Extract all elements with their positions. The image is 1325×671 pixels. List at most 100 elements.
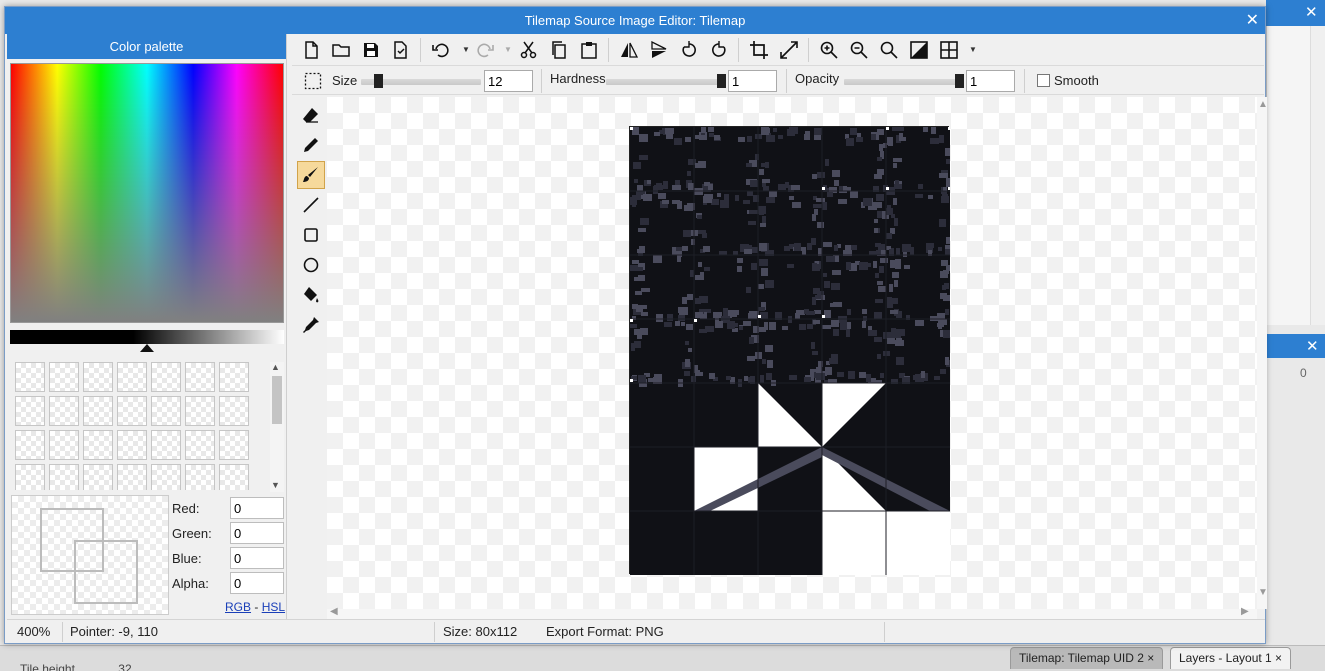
- eyedropper-icon[interactable]: [297, 311, 325, 339]
- line-icon[interactable]: [297, 191, 325, 219]
- bg-close-icon[interactable]: ✕: [1305, 3, 1318, 21]
- color-swatch[interactable]: [83, 464, 113, 490]
- color-swatch[interactable]: [15, 396, 45, 426]
- copy-icon[interactable]: [548, 39, 570, 61]
- fill-bucket-icon[interactable]: [297, 281, 325, 309]
- color-swatch[interactable]: [15, 362, 45, 392]
- zoom-in-icon[interactable]: [818, 39, 840, 61]
- hardness-input[interactable]: [728, 70, 777, 92]
- color-swatch[interactable]: [49, 396, 79, 426]
- color-swatch[interactable]: [151, 430, 181, 460]
- bg-close-icon-2[interactable]: ✕: [1306, 337, 1319, 355]
- tab-tilemap[interactable]: Tilemap: Tilemap UID 2 ×: [1010, 647, 1164, 669]
- undo-dropdown-icon[interactable]: ▼: [462, 45, 470, 54]
- color-swatch[interactable]: [117, 396, 147, 426]
- flip-vertical-icon[interactable]: [648, 39, 670, 61]
- opacity-slider[interactable]: [844, 79, 964, 85]
- opacity-input[interactable]: [966, 70, 1015, 92]
- blue-input[interactable]: [230, 547, 284, 569]
- hardness-slider[interactable]: [606, 79, 726, 85]
- size-input[interactable]: [484, 70, 533, 92]
- rectangle-icon[interactable]: [297, 221, 325, 249]
- bg-scrollbar[interactable]: [1310, 26, 1325, 325]
- smooth-checkbox[interactable]: [1037, 74, 1050, 87]
- color-swatch[interactable]: [83, 396, 113, 426]
- scroll-left-icon[interactable]: ◀: [330, 606, 338, 617]
- opacity-slider-thumb[interactable]: [955, 74, 964, 88]
- redo-icon[interactable]: [474, 39, 496, 61]
- color-swatch[interactable]: [185, 464, 215, 490]
- undo-icon[interactable]: [430, 39, 452, 61]
- select-rect-icon[interactable]: [302, 70, 324, 92]
- color-swatch[interactable]: [117, 464, 147, 490]
- invert-icon[interactable]: [908, 39, 930, 61]
- rotate-right-icon[interactable]: [708, 39, 730, 61]
- color-swatch[interactable]: [117, 362, 147, 392]
- close-icon[interactable]: ✕: [1246, 7, 1259, 34]
- color-swatch[interactable]: [219, 464, 249, 490]
- color-swatch[interactable]: [219, 362, 249, 392]
- scroll-up-icon[interactable]: ▲: [1258, 99, 1268, 110]
- red-input[interactable]: [230, 497, 284, 519]
- zoom-level: 400%: [17, 624, 51, 639]
- color-swatch[interactable]: [151, 464, 181, 490]
- resize-icon[interactable]: [778, 39, 800, 61]
- size-slider-thumb[interactable]: [374, 74, 384, 88]
- tile-stone: [930, 138, 939, 144]
- zoom-out-icon[interactable]: [848, 39, 870, 61]
- scroll-right-icon[interactable]: ▶: [1241, 606, 1249, 617]
- color-swatch[interactable]: [117, 430, 147, 460]
- hardness-slider-thumb[interactable]: [717, 74, 726, 88]
- green-input[interactable]: [230, 522, 284, 544]
- redo-dropdown-icon[interactable]: ▼: [504, 45, 512, 54]
- color-swatch[interactable]: [49, 464, 79, 490]
- canvas-vertical-scrollbar[interactable]: [1257, 97, 1267, 609]
- canvas-horizontal-scrollbar[interactable]: [327, 609, 1257, 619]
- save-as-icon[interactable]: [390, 39, 412, 61]
- color-swatch[interactable]: [15, 464, 45, 490]
- grid-icon[interactable]: [938, 39, 960, 61]
- zoom-reset-icon[interactable]: [878, 39, 900, 61]
- canvas-area[interactable]: [327, 97, 1257, 619]
- color-swatch[interactable]: [83, 430, 113, 460]
- color-swatch[interactable]: [83, 362, 113, 392]
- eraser-icon[interactable]: [297, 101, 325, 129]
- tile-stone: [945, 245, 950, 249]
- color-swatch[interactable]: [219, 396, 249, 426]
- save-icon[interactable]: [360, 39, 382, 61]
- primary-color-box[interactable]: [74, 540, 138, 604]
- grid-dropdown-icon[interactable]: ▼: [969, 45, 977, 54]
- tilemap-image[interactable]: [629, 126, 950, 575]
- luminance-bar[interactable]: [10, 330, 284, 344]
- luminance-marker-icon[interactable]: [140, 344, 154, 352]
- paste-icon[interactable]: [578, 39, 600, 61]
- color-swatch[interactable]: [15, 430, 45, 460]
- pencil-icon[interactable]: [297, 131, 325, 159]
- brush-icon[interactable]: [297, 161, 325, 189]
- rgb-link[interactable]: RGB: [225, 600, 251, 614]
- color-swatch[interactable]: [219, 430, 249, 460]
- scroll-up-icon[interactable]: ▲: [271, 362, 280, 372]
- tile-stone: [701, 127, 706, 133]
- alpha-input[interactable]: [230, 572, 284, 594]
- rotate-left-icon[interactable]: [678, 39, 700, 61]
- flip-horizontal-icon[interactable]: [618, 39, 640, 61]
- ellipse-icon[interactable]: [297, 251, 325, 279]
- open-folder-icon[interactable]: [330, 39, 352, 61]
- color-swatch[interactable]: [49, 362, 79, 392]
- color-swatch[interactable]: [185, 362, 215, 392]
- scroll-down-icon[interactable]: ▼: [271, 480, 280, 490]
- hsl-link[interactable]: HSL: [262, 600, 285, 614]
- color-swatch[interactable]: [151, 362, 181, 392]
- color-spectrum[interactable]: [10, 63, 284, 323]
- new-file-icon[interactable]: [300, 39, 322, 61]
- tab-layers[interactable]: Layers - Layout 1 ×: [1170, 647, 1292, 669]
- color-swatch[interactable]: [185, 430, 215, 460]
- color-swatch[interactable]: [151, 396, 181, 426]
- crop-icon[interactable]: [748, 39, 770, 61]
- color-swatch[interactable]: [49, 430, 79, 460]
- cut-icon[interactable]: [518, 39, 540, 61]
- swatch-scroll-thumb[interactable]: [272, 376, 282, 424]
- color-swatch[interactable]: [185, 396, 215, 426]
- scroll-down-icon[interactable]: ▼: [1258, 587, 1268, 598]
